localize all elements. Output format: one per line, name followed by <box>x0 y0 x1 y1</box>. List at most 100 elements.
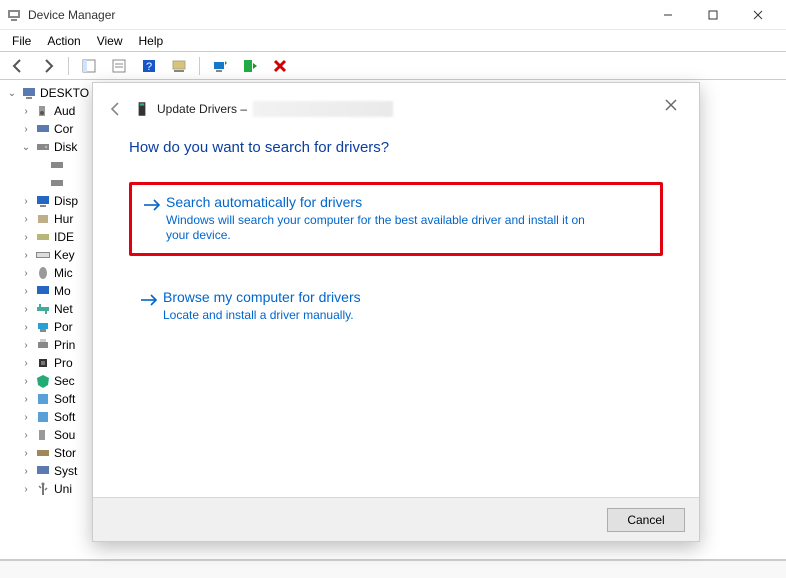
chevron-down-icon[interactable]: ⌄ <box>20 142 32 153</box>
monitor-icon <box>35 193 51 209</box>
dialog-body: How do you want to search for drivers? S… <box>93 135 699 333</box>
tree-item-label: Sec <box>54 374 75 388</box>
tree-item-label: Cor <box>54 122 73 136</box>
hid-icon <box>35 211 51 227</box>
chevron-right-icon[interactable]: › <box>20 394 32 405</box>
tree-item-label: Stor <box>54 446 76 460</box>
disk-icon <box>49 175 65 191</box>
device-name-redacted <box>253 101 393 117</box>
tree-item-label: Sou <box>54 428 75 442</box>
disk-icon <box>49 157 65 173</box>
tree-item-label: Disp <box>54 194 78 208</box>
help-button[interactable]: ? <box>137 55 161 77</box>
tree-item-label: Mic <box>54 266 73 280</box>
chevron-right-icon[interactable]: › <box>20 448 32 459</box>
menu-action[interactable]: Action <box>39 32 88 50</box>
usb-icon <box>35 481 51 497</box>
chevron-down-icon[interactable]: ⌄ <box>6 88 18 99</box>
separator <box>68 57 69 75</box>
chevron-right-icon[interactable]: › <box>20 268 32 279</box>
show-hide-tree-button[interactable] <box>77 55 101 77</box>
chevron-right-icon[interactable]: › <box>20 124 32 135</box>
chevron-right-icon[interactable]: › <box>20 286 32 297</box>
system-icon <box>35 463 51 479</box>
chevron-right-icon[interactable]: › <box>20 304 32 315</box>
tree-item-label: Hur <box>54 212 73 226</box>
tree-item-label: Syst <box>54 464 77 478</box>
chevron-right-icon[interactable]: › <box>20 322 32 333</box>
chevron-right-icon[interactable]: › <box>20 484 32 495</box>
forward-button[interactable] <box>36 55 60 77</box>
back-button[interactable] <box>6 55 30 77</box>
chevron-right-icon[interactable]: › <box>20 232 32 243</box>
computer-icon <box>21 85 37 101</box>
chevron-right-icon[interactable]: › <box>20 430 32 441</box>
dialog-heading: Update Drivers – <box>157 102 247 116</box>
speaker-icon <box>35 103 51 119</box>
minimize-button[interactable] <box>645 0 690 29</box>
menu-file[interactable]: File <box>4 32 39 50</box>
monitor-icon <box>35 283 51 299</box>
separator <box>199 57 200 75</box>
tree-item-label: Aud <box>54 104 75 118</box>
arrow-right-icon <box>139 290 163 313</box>
tree-item-label: Pro <box>54 356 73 370</box>
processor-icon <box>35 355 51 371</box>
tree-item-label: Key <box>54 248 75 262</box>
chevron-right-icon[interactable]: › <box>20 412 32 423</box>
chevron-right-icon[interactable]: › <box>20 106 32 117</box>
chevron-right-icon[interactable]: › <box>20 340 32 351</box>
arrow-right-icon <box>142 195 166 218</box>
properties-button[interactable] <box>107 55 131 77</box>
speaker-icon <box>35 427 51 443</box>
option-browse-computer[interactable]: Browse my computer for drivers Locate an… <box>129 280 663 333</box>
component-icon <box>35 391 51 407</box>
printer-icon <box>35 337 51 353</box>
tree-item-label: Por <box>54 320 73 334</box>
ide-icon <box>35 229 51 245</box>
option-description: Locate and install a driver manually. <box>163 308 583 323</box>
tree-item-label: Mo <box>54 284 71 298</box>
tree-item-label: Soft <box>54 392 75 406</box>
option-description: Windows will search your computer for th… <box>166 213 586 243</box>
chevron-right-icon[interactable]: › <box>20 196 32 207</box>
dialog-close-button[interactable] <box>657 93 685 117</box>
dialog-footer: Cancel <box>93 497 699 541</box>
tree-root-label: DESKTO <box>40 86 89 100</box>
option-title: Browse my computer for drivers <box>163 288 657 306</box>
port-icon <box>35 319 51 335</box>
update-drivers-dialog: Update Drivers – How do you want to sear… <box>92 82 700 542</box>
chevron-right-icon[interactable]: › <box>20 376 32 387</box>
security-icon <box>35 373 51 389</box>
enable-device-button[interactable] <box>238 55 262 77</box>
scan-hardware-button[interactable] <box>167 55 191 77</box>
tree-item-label: IDE <box>54 230 74 244</box>
chevron-right-icon[interactable]: › <box>20 466 32 477</box>
device-icon <box>133 100 151 118</box>
tree-item-label: Disk <box>54 140 77 154</box>
maximize-button[interactable] <box>690 0 735 29</box>
network-icon <box>35 301 51 317</box>
dialog-question: How do you want to search for drivers? <box>129 139 663 156</box>
svg-text:?: ? <box>146 61 152 73</box>
statusbar <box>0 560 786 578</box>
back-arrow-icon[interactable] <box>105 99 125 119</box>
chevron-right-icon[interactable]: › <box>20 358 32 369</box>
tree-item-label: Uni <box>54 482 72 496</box>
disk-icon <box>35 139 51 155</box>
tree-item-label: Soft <box>54 410 75 424</box>
chevron-right-icon[interactable]: › <box>20 214 32 225</box>
update-driver-button[interactable] <box>208 55 232 77</box>
close-window-button[interactable] <box>735 0 780 29</box>
menubar: File Action View Help <box>0 30 786 52</box>
computer-icon <box>35 121 51 137</box>
toolbar: ? <box>0 52 786 80</box>
menu-view[interactable]: View <box>89 32 131 50</box>
tree-item-label: Net <box>54 302 73 316</box>
cancel-button[interactable]: Cancel <box>607 508 685 532</box>
menu-help[interactable]: Help <box>131 32 172 50</box>
option-search-automatically[interactable]: Search automatically for drivers Windows… <box>129 182 663 256</box>
titlebar: Device Manager <box>0 0 786 30</box>
chevron-right-icon[interactable]: › <box>20 250 32 261</box>
uninstall-device-button[interactable] <box>268 55 292 77</box>
